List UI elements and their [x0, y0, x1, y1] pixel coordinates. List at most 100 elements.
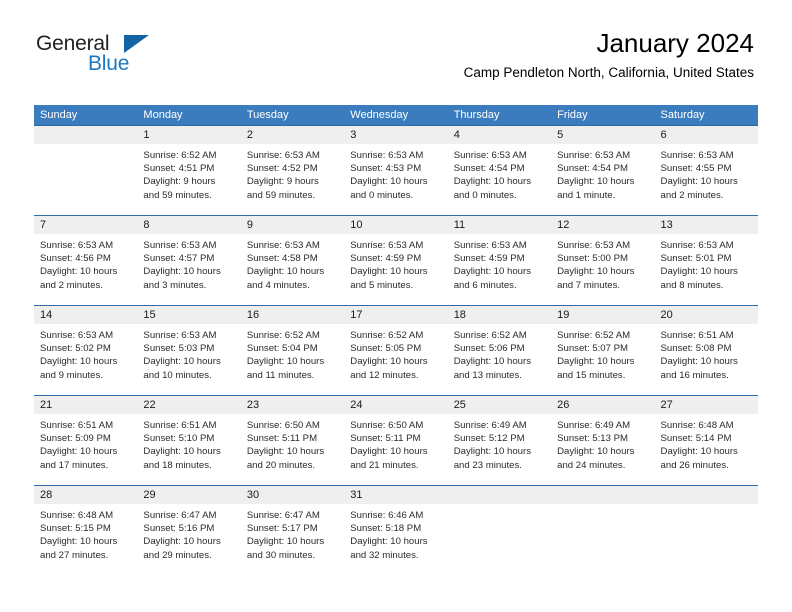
- day-cell[interactable]: Sunrise: 6:53 AM Sunset: 4:57 PM Dayligh…: [137, 234, 240, 305]
- sunrise-text: Sunrise: 6:53 AM: [246, 240, 320, 251]
- daylight-text-line2: and 10 minutes.: [143, 369, 212, 381]
- weekday-header-sunday: Sunday: [40, 109, 78, 121]
- day-number[interactable]: [34, 126, 137, 144]
- day-cell[interactable]: Sunrise: 6:51 AM Sunset: 5:09 PM Dayligh…: [34, 414, 137, 485]
- sunrise-text: Sunrise: 6:50 AM: [246, 420, 320, 431]
- day-number[interactable]: 16: [241, 306, 344, 324]
- day-number[interactable]: [655, 486, 758, 504]
- daylight-text-line1: Daylight: 10 hours: [660, 176, 738, 188]
- daylight-text-line1: Daylight: 10 hours: [143, 446, 221, 458]
- day-cell[interactable]: Sunrise: 6:53 AM Sunset: 4:55 PM Dayligh…: [655, 144, 758, 215]
- day-cell[interactable]: Sunrise: 6:53 AM Sunset: 4:56 PM Dayligh…: [34, 234, 137, 305]
- day-number[interactable]: 2: [241, 126, 344, 144]
- day-number[interactable]: 18: [448, 306, 551, 324]
- sunset-text: Sunset: 4:59 PM: [350, 253, 422, 265]
- day-number[interactable]: 21: [34, 396, 137, 414]
- day-cell[interactable]: [655, 504, 758, 575]
- day-cell[interactable]: Sunrise: 6:53 AM Sunset: 4:54 PM Dayligh…: [551, 144, 654, 215]
- day-number[interactable]: 14: [34, 306, 137, 324]
- day-cell[interactable]: Sunrise: 6:52 AM Sunset: 5:05 PM Dayligh…: [344, 324, 447, 395]
- daylight-text-line2: and 27 minutes.: [40, 549, 109, 561]
- daylight-text-line2: and 6 minutes.: [453, 279, 517, 291]
- daylight-text-line1: Daylight: 10 hours: [557, 356, 635, 368]
- day-cell[interactable]: Sunrise: 6:47 AM Sunset: 5:16 PM Dayligh…: [137, 504, 240, 575]
- day-cell[interactable]: Sunrise: 6:52 AM Sunset: 5:04 PM Dayligh…: [241, 324, 344, 395]
- day-number[interactable]: 23: [241, 396, 344, 414]
- day-number[interactable]: 13: [655, 216, 758, 234]
- day-number[interactable]: 26: [551, 396, 654, 414]
- sunset-text: Sunset: 4:53 PM: [350, 163, 422, 175]
- day-cell[interactable]: Sunrise: 6:50 AM Sunset: 5:11 PM Dayligh…: [241, 414, 344, 485]
- day-number[interactable]: 20: [655, 306, 758, 324]
- day-cell[interactable]: Sunrise: 6:49 AM Sunset: 5:13 PM Dayligh…: [551, 414, 654, 485]
- day-cell[interactable]: Sunrise: 6:53 AM Sunset: 4:53 PM Dayligh…: [344, 144, 447, 215]
- day-cell[interactable]: [34, 144, 137, 215]
- day-number[interactable]: 7: [34, 216, 137, 234]
- day-number[interactable]: 1: [137, 126, 240, 144]
- day-number[interactable]: 4: [448, 126, 551, 144]
- day-number[interactable]: 24: [344, 396, 447, 414]
- daylight-text-line1: Daylight: 10 hours: [350, 536, 428, 548]
- day-number[interactable]: [551, 486, 654, 504]
- sunset-text: Sunset: 5:01 PM: [660, 253, 732, 265]
- day-number[interactable]: 19: [551, 306, 654, 324]
- day-cell[interactable]: Sunrise: 6:50 AM Sunset: 5:11 PM Dayligh…: [344, 414, 447, 485]
- day-number[interactable]: 10: [344, 216, 447, 234]
- week-row: 28 29 30 31 Sunrise: 6:48 AM Sunset: 5:1…: [34, 485, 758, 575]
- day-cell[interactable]: Sunrise: 6:52 AM Sunset: 5:06 PM Dayligh…: [448, 324, 551, 395]
- day-number[interactable]: 8: [137, 216, 240, 234]
- sunset-text: Sunset: 4:54 PM: [557, 163, 629, 175]
- sunrise-text: Sunrise: 6:46 AM: [350, 510, 424, 521]
- day-cell[interactable]: [448, 504, 551, 575]
- day-number[interactable]: [448, 486, 551, 504]
- day-cell[interactable]: Sunrise: 6:46 AM Sunset: 5:18 PM Dayligh…: [344, 504, 447, 575]
- day-cell[interactable]: Sunrise: 6:51 AM Sunset: 5:08 PM Dayligh…: [655, 324, 758, 395]
- daylight-text-line1: Daylight: 10 hours: [350, 266, 428, 278]
- day-number[interactable]: 31: [344, 486, 447, 504]
- day-cell[interactable]: Sunrise: 6:53 AM Sunset: 5:02 PM Dayligh…: [34, 324, 137, 395]
- day-cell[interactable]: Sunrise: 6:53 AM Sunset: 4:59 PM Dayligh…: [448, 234, 551, 305]
- day-cell[interactable]: Sunrise: 6:48 AM Sunset: 5:14 PM Dayligh…: [655, 414, 758, 485]
- day-number[interactable]: 30: [241, 486, 344, 504]
- sunset-text: Sunset: 5:08 PM: [660, 343, 732, 355]
- day-number[interactable]: 3: [344, 126, 447, 144]
- sunrise-text: Sunrise: 6:49 AM: [557, 420, 631, 431]
- day-number[interactable]: 12: [551, 216, 654, 234]
- day-cell[interactable]: Sunrise: 6:52 AM Sunset: 5:07 PM Dayligh…: [551, 324, 654, 395]
- sunset-text: Sunset: 5:17 PM: [246, 523, 318, 535]
- daylight-text-line2: and 15 minutes.: [557, 369, 626, 381]
- daylight-text-line1: Daylight: 10 hours: [660, 356, 738, 368]
- day-number[interactable]: 11: [448, 216, 551, 234]
- general-blue-logo[interactable]: General Blue: [36, 32, 166, 78]
- sunrise-text: Sunrise: 6:53 AM: [246, 150, 320, 161]
- day-cell[interactable]: Sunrise: 6:52 AM Sunset: 4:51 PM Dayligh…: [137, 144, 240, 215]
- day-number[interactable]: 22: [137, 396, 240, 414]
- day-number[interactable]: 15: [137, 306, 240, 324]
- week-row: 1 2 3 4 5 6 Sunrise: 6:52 AM Sunset: 4:5…: [34, 125, 758, 215]
- daylight-text-line1: Daylight: 10 hours: [40, 266, 118, 278]
- day-number[interactable]: 28: [34, 486, 137, 504]
- day-number[interactable]: 5: [551, 126, 654, 144]
- day-number[interactable]: 25: [448, 396, 551, 414]
- day-cell[interactable]: Sunrise: 6:51 AM Sunset: 5:10 PM Dayligh…: [137, 414, 240, 485]
- sunrise-text: Sunrise: 6:53 AM: [143, 240, 217, 251]
- day-cell[interactable]: Sunrise: 6:48 AM Sunset: 5:15 PM Dayligh…: [34, 504, 137, 575]
- day-cell[interactable]: Sunrise: 6:53 AM Sunset: 5:01 PM Dayligh…: [655, 234, 758, 305]
- day-cell[interactable]: Sunrise: 6:49 AM Sunset: 5:12 PM Dayligh…: [448, 414, 551, 485]
- day-cell[interactable]: Sunrise: 6:47 AM Sunset: 5:17 PM Dayligh…: [241, 504, 344, 575]
- day-number[interactable]: 27: [655, 396, 758, 414]
- day-number[interactable]: 9: [241, 216, 344, 234]
- sunset-text: Sunset: 5:14 PM: [660, 433, 732, 445]
- day-cell[interactable]: Sunrise: 6:53 AM Sunset: 4:59 PM Dayligh…: [344, 234, 447, 305]
- day-number[interactable]: 6: [655, 126, 758, 144]
- day-cell[interactable]: Sunrise: 6:53 AM Sunset: 4:54 PM Dayligh…: [448, 144, 551, 215]
- day-number[interactable]: 29: [137, 486, 240, 504]
- day-number[interactable]: 17: [344, 306, 447, 324]
- sunset-text: Sunset: 4:58 PM: [246, 253, 318, 265]
- day-cell[interactable]: Sunrise: 6:53 AM Sunset: 5:00 PM Dayligh…: [551, 234, 654, 305]
- day-cell[interactable]: Sunrise: 6:53 AM Sunset: 4:52 PM Dayligh…: [241, 144, 344, 215]
- day-cell[interactable]: [551, 504, 654, 575]
- day-cell[interactable]: Sunrise: 6:53 AM Sunset: 5:03 PM Dayligh…: [137, 324, 240, 395]
- day-cell[interactable]: Sunrise: 6:53 AM Sunset: 4:58 PM Dayligh…: [241, 234, 344, 305]
- sunrise-text: Sunrise: 6:52 AM: [350, 330, 424, 341]
